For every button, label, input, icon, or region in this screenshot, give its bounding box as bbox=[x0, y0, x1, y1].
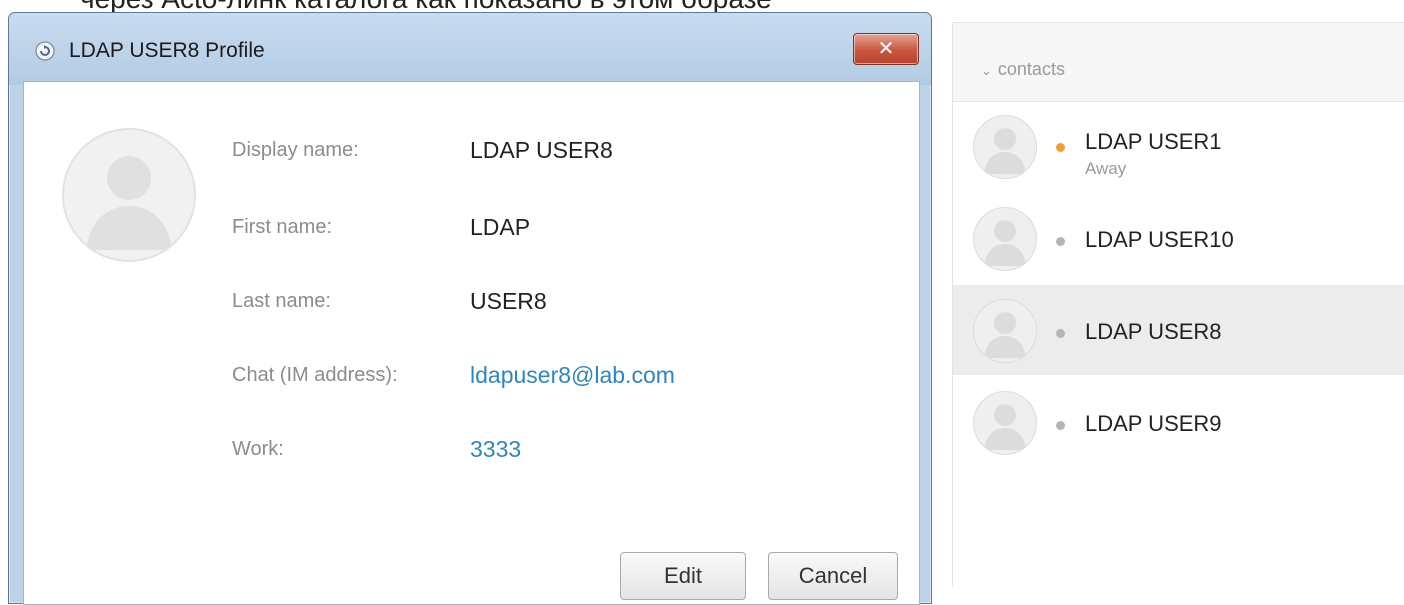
avatar bbox=[973, 207, 1037, 271]
person-icon bbox=[984, 220, 1026, 266]
cancel-button[interactable]: Cancel bbox=[768, 552, 898, 600]
group-label: ⌄ contacts bbox=[981, 59, 1065, 80]
contact-item[interactable]: LDAP USER9 bbox=[953, 377, 1404, 467]
display-name-label: Display name: bbox=[232, 139, 359, 161]
avatar bbox=[973, 391, 1037, 455]
avatar bbox=[973, 299, 1037, 363]
chevron-down-icon: ⌄ bbox=[981, 63, 992, 78]
chat-address-label: Chat (IM address): bbox=[232, 364, 398, 386]
profile-dialog: LDAP USER8 Profile ✕ Display name: LDAP … bbox=[8, 12, 932, 605]
app-icon bbox=[35, 41, 55, 61]
presence-offline-icon bbox=[1056, 237, 1065, 246]
edit-button[interactable]: Edit bbox=[620, 552, 746, 600]
contact-status: Away bbox=[1085, 159, 1127, 178]
first-name-value: LDAP bbox=[470, 214, 531, 240]
dialog-content: Display name: LDAP USER8 First name: LDA… bbox=[23, 81, 920, 605]
contact-item[interactable]: LDAP USER10 bbox=[953, 193, 1404, 283]
contact-name: LDAP USER8 bbox=[1085, 319, 1222, 344]
contact-name: LDAP USER1 bbox=[1085, 129, 1222, 154]
last-name-label: Last name: bbox=[232, 290, 331, 312]
contact-name: LDAP USER9 bbox=[1085, 411, 1222, 436]
person-icon bbox=[984, 404, 1026, 450]
close-button[interactable]: ✕ bbox=[853, 33, 919, 65]
work-phone-link[interactable]: 3333 bbox=[470, 436, 521, 463]
first-name-label: First name: bbox=[232, 216, 333, 238]
contacts-panel: ⌄ contacts LDAP USER1 Away LDAP USER10 L… bbox=[952, 22, 1404, 587]
contact-name: LDAP USER10 bbox=[1085, 227, 1234, 252]
avatar bbox=[62, 128, 196, 262]
last-name-value: USER8 bbox=[470, 288, 547, 314]
display-name-value: LDAP USER8 bbox=[470, 137, 613, 163]
avatar bbox=[973, 115, 1037, 179]
contact-item[interactable]: LDAP USER1 Away bbox=[953, 101, 1404, 191]
close-icon: ✕ bbox=[877, 36, 895, 60]
presence-away-icon bbox=[1056, 143, 1065, 152]
presence-offline-icon bbox=[1056, 421, 1065, 430]
person-icon bbox=[984, 312, 1026, 358]
contacts-group-header[interactable]: ⌄ contacts bbox=[953, 23, 1404, 102]
dialog-titlebar[interactable]: LDAP USER8 Profile ✕ bbox=[9, 13, 931, 85]
person-icon bbox=[86, 156, 172, 250]
work-phone-label: Work: bbox=[232, 438, 284, 460]
dialog-title: LDAP USER8 Profile bbox=[69, 39, 265, 62]
group-label-text: contacts bbox=[997, 59, 1065, 79]
person-icon bbox=[984, 128, 1026, 174]
contact-item-selected[interactable]: LDAP USER8 bbox=[953, 285, 1404, 375]
presence-offline-icon bbox=[1056, 329, 1065, 338]
chat-address-link[interactable]: ldapuser8@lab.com bbox=[470, 362, 675, 389]
